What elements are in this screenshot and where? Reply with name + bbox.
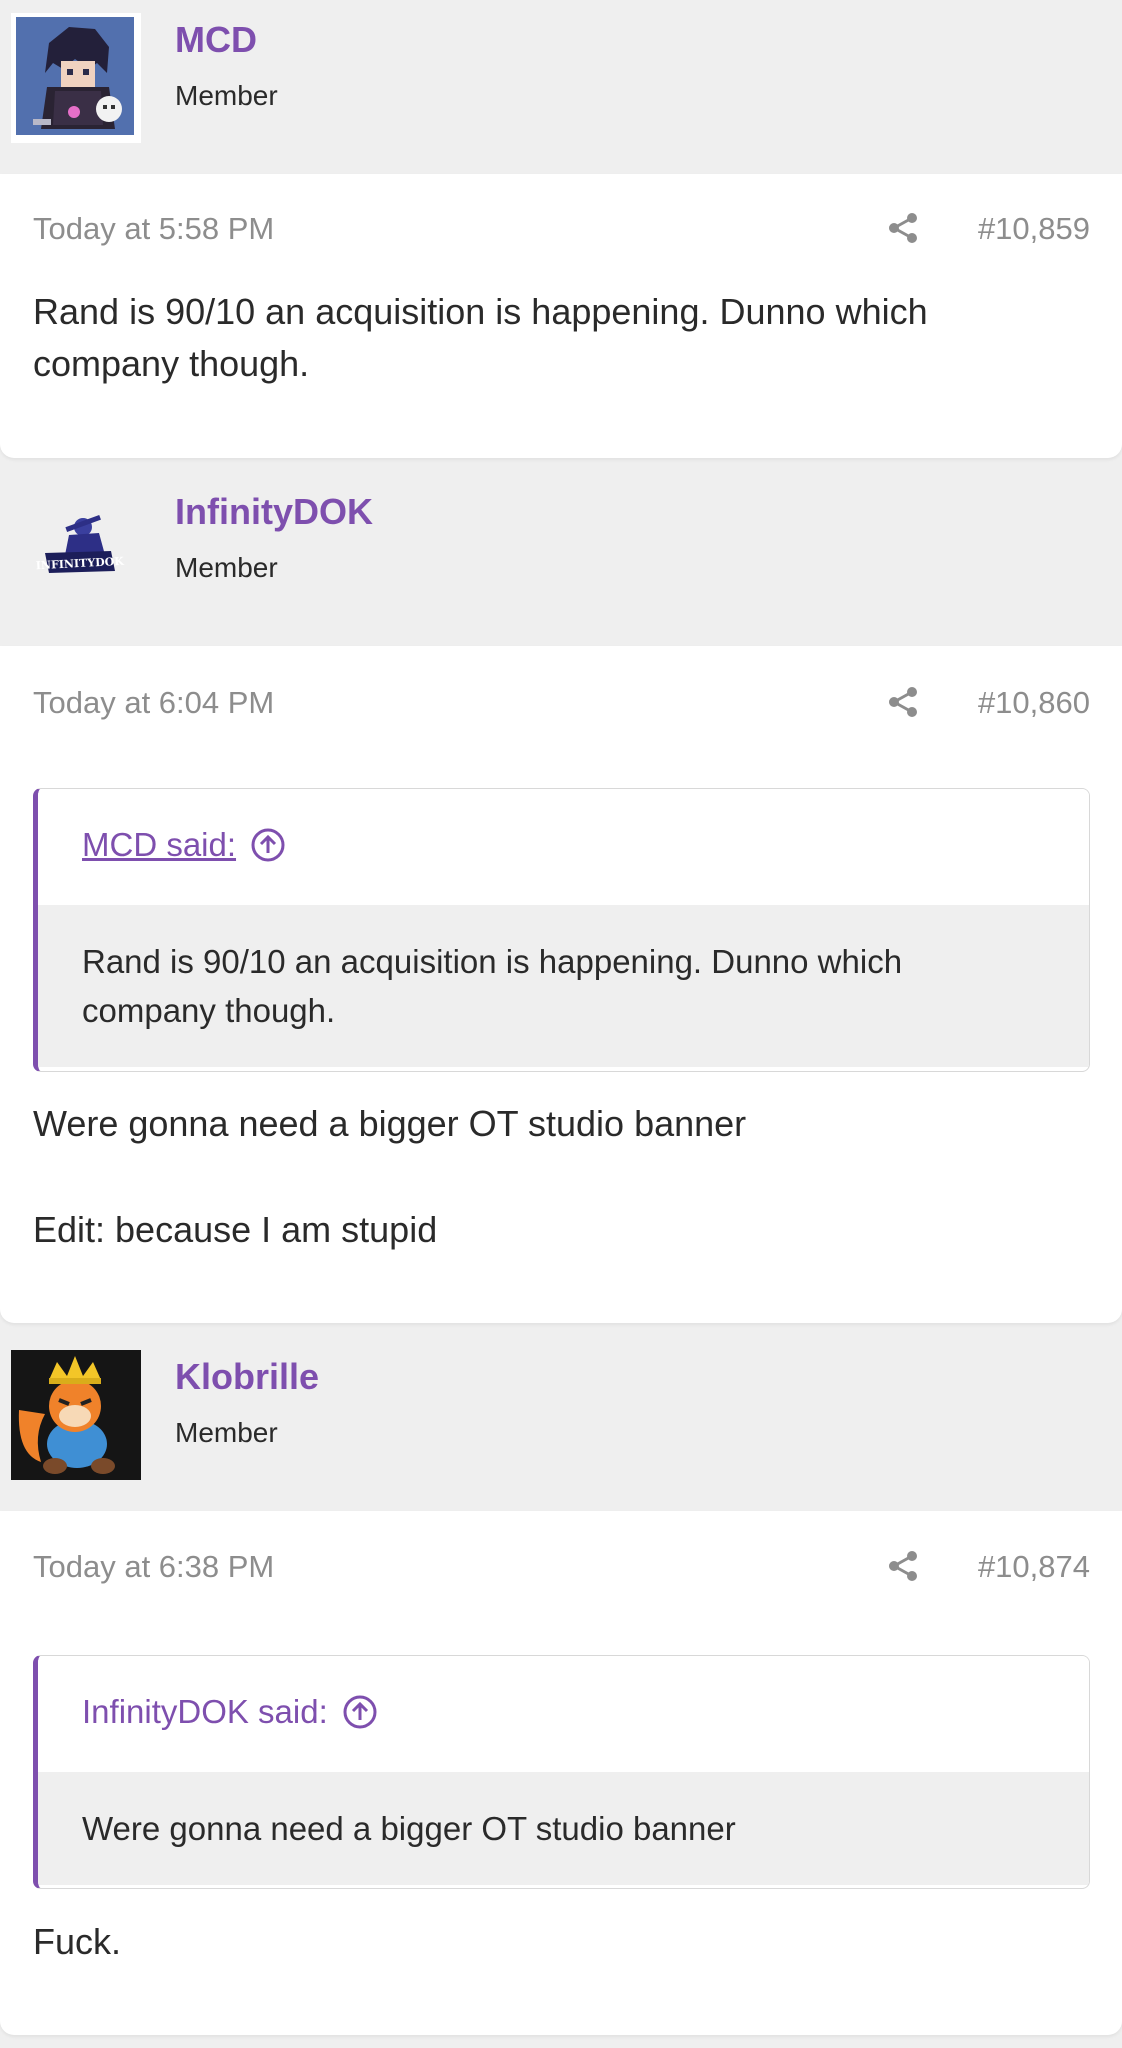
post-date[interactable]: Today at 5:58 PM [33, 209, 274, 249]
post-author-title: Member [175, 1417, 278, 1448]
arrow-up-circle-icon[interactable] [250, 827, 286, 863]
post-author-name[interactable]: Klobrille [175, 1355, 319, 1399]
post-body-line: Were gonna need a bigger OT studio banne… [33, 1103, 747, 1144]
post-body: Fuck. [33, 1921, 122, 1962]
share-icon[interactable] [888, 1550, 918, 1582]
quote-author[interactable]: MCD said: [82, 825, 236, 865]
avatar[interactable] [11, 1350, 141, 1480]
post-author-name[interactable]: MCD [175, 18, 257, 62]
post-number[interactable]: #10,860 [978, 683, 1090, 723]
quote-header: InfinityDOK said: [38, 1656, 1089, 1772]
quote-author[interactable]: InfinityDOK said: [82, 1692, 328, 1732]
post-body-line: Edit: because I am stupid [33, 1209, 438, 1250]
post-author-title: Member [175, 80, 278, 111]
post-date[interactable]: Today at 6:04 PM [33, 683, 274, 723]
post-author-header: Klobrille Member [0, 1337, 1122, 1511]
post-author-header: MCD Member [0, 0, 1122, 174]
quote-header: MCD said: [38, 789, 1089, 905]
share-icon[interactable] [888, 212, 918, 244]
post-card: Today at 6:38 PM #10,874 InfinityDOK sai… [0, 1511, 1122, 2035]
post-card: Today at 6:04 PM #10,860 MCD said: Rand … [0, 646, 1122, 1323]
post-date[interactable]: Today at 6:38 PM [33, 1547, 274, 1587]
avatar[interactable] [11, 13, 141, 143]
thread-page: MCD Member Today at 5:58 PM #10,859 Rand… [0, 0, 1122, 2048]
arrow-up-circle-icon[interactable] [342, 1694, 378, 1730]
post-card: Today at 5:58 PM #10,859 Rand is 90/10 a… [0, 174, 1122, 458]
post-author-header: INFINITYDOK InfinityDOK Member [0, 472, 1122, 646]
quote-block: InfinityDOK said: Were gonna need a bigg… [33, 1655, 1090, 1889]
quote-author-link[interactable]: MCD said: [82, 825, 286, 865]
share-icon[interactable] [888, 686, 918, 718]
quote-body: Were gonna need a bigger OT studio banne… [38, 1772, 1089, 1885]
post-number[interactable]: #10,874 [978, 1547, 1090, 1587]
post-author-name[interactable]: InfinityDOK [175, 490, 373, 534]
quote-body: Rand is 90/10 an acquisition is happenin… [38, 905, 1089, 1067]
quote-block: MCD said: Rand is 90/10 an acquisition i… [33, 788, 1090, 1072]
avatar[interactable]: INFINITYDOK [11, 485, 141, 615]
post-number[interactable]: #10,859 [978, 209, 1090, 249]
quote-author-link[interactable]: InfinityDOK said: [82, 1692, 378, 1732]
post-body: Rand is 90/10 an acquisition is happenin… [33, 291, 928, 384]
post-author-title: Member [175, 552, 278, 583]
